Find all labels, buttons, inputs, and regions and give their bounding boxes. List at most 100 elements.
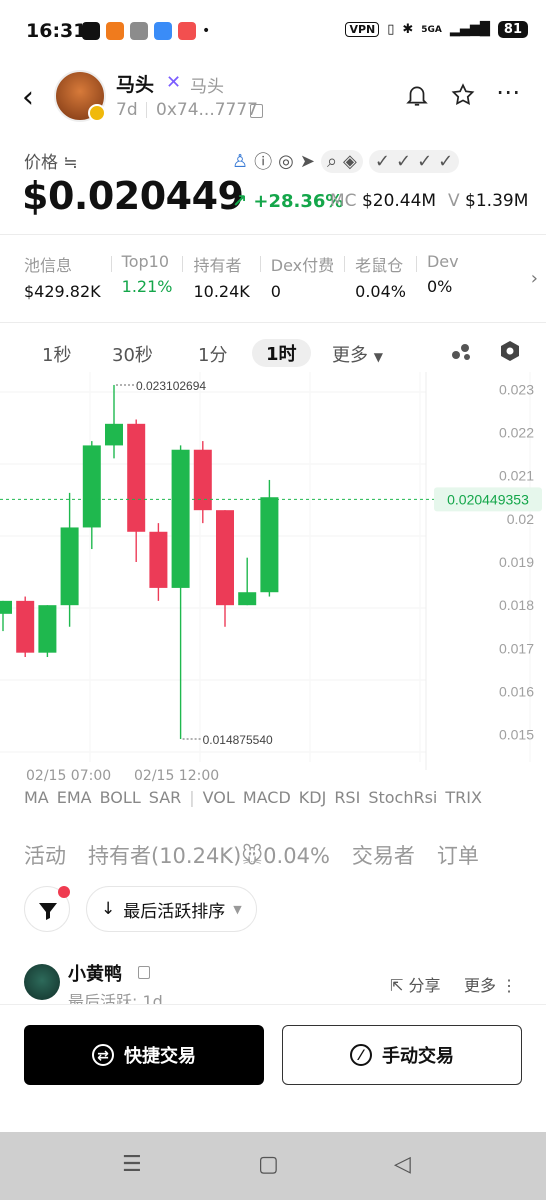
stat-pool[interactable]: 池信息 $429.82K — [24, 252, 101, 301]
stat-value: 0% — [426, 277, 453, 296]
candle-body — [127, 423, 146, 532]
warning-icon[interactable]: ⓘ — [254, 148, 272, 174]
bell-icon[interactable] — [404, 82, 430, 114]
indicator-ma[interactable]: MA — [24, 788, 49, 807]
drawing-tool-icon[interactable] — [450, 340, 472, 366]
trade-action-bar: ⇄ 快捷交易 ⁄ 手动交易 — [0, 1004, 546, 1130]
copy-icon[interactable] — [250, 104, 263, 118]
clock: 16:31 — [26, 20, 87, 42]
user-icon[interactable]: ♙ — [232, 151, 248, 172]
token-name: 马头 — [116, 74, 155, 96]
more-icon[interactable]: ⋯ — [496, 78, 520, 106]
globe-icon[interactable]: ◎ — [278, 151, 294, 172]
contract-address[interactable]: 0x74...7777 — [156, 100, 258, 120]
stat-label: Dex付费 — [270, 256, 335, 275]
home-icon[interactable]: ▢ — [258, 1152, 279, 1177]
y-tick-label: 0.018 — [499, 597, 534, 613]
divider — [146, 102, 147, 118]
sort-dropdown[interactable]: ↓ 最后活跃排序 ▼ — [86, 886, 257, 932]
back-button[interactable]: ‹ — [22, 80, 34, 115]
status-right: VPN ▯ ✱ 5GA ▂▄▆█ 81 — [345, 21, 528, 38]
x-tick-label: 02/15 07:00 — [26, 768, 112, 784]
tab-holders[interactable]: 持有者(10.24K)🐭0.04% — [88, 840, 330, 870]
settings-hexagon-icon[interactable] — [498, 339, 522, 367]
stat-value: 0.04% — [355, 282, 406, 301]
indicator-kdj[interactable]: KDJ — [299, 788, 327, 807]
holder-avatar[interactable] — [24, 964, 60, 1000]
candle-body — [105, 423, 123, 446]
divider — [0, 234, 546, 235]
tab-activity[interactable]: 活动 — [24, 840, 66, 870]
tab-holders-label: 持有者(10.24K) — [88, 844, 242, 868]
price-label[interactable]: 价格 ≒ — [24, 148, 78, 173]
share-button[interactable]: ⇱ 分享 — [390, 972, 441, 996]
volume: V $1.39M — [448, 191, 528, 211]
tab-1s[interactable]: 1秒 — [42, 341, 71, 367]
x-tick-label: 02/15 12:00 — [134, 768, 220, 784]
vibrate-icon: ▯ — [387, 22, 395, 37]
stat-value: 1.21% — [121, 277, 173, 296]
low-price-label: 0.014875540 — [203, 733, 273, 747]
share-label: 分享 — [408, 976, 441, 995]
network-label: 5GA — [421, 24, 442, 35]
indicator-sar[interactable]: SAR — [149, 788, 182, 807]
stat-insider[interactable]: 老鼠仓 0.04% — [355, 252, 406, 301]
candle-body — [238, 592, 257, 606]
indicator-vol[interactable]: VOL — [203, 788, 235, 807]
chevron-right-icon[interactable]: › — [531, 268, 538, 289]
manual-trade-button[interactable]: ⁄ 手动交易 — [282, 1025, 522, 1085]
token-age: 7d — [116, 100, 138, 120]
tab-1m[interactable]: 1分 — [198, 341, 227, 367]
tab-orders[interactable]: 订单 — [437, 840, 479, 870]
tab-1h[interactable]: 1时 — [252, 339, 311, 367]
search-badges[interactable]: ⌕ ◈ — [320, 149, 363, 173]
tab-more-label: 更多 — [332, 345, 368, 366]
stat-top10[interactable]: Top10 1.21% — [122, 252, 173, 301]
indicator-row: MA EMA BOLL SAR | VOL MACD KDJ RSI Stoch… — [24, 788, 482, 807]
divider — [259, 256, 261, 272]
indicator-macd[interactable]: MACD — [243, 788, 291, 807]
indicator-rsi[interactable]: RSI — [334, 788, 360, 807]
tab-30s[interactable]: 30秒 — [112, 341, 153, 367]
indicator-trix[interactable]: TRIX — [445, 788, 482, 807]
menu-icon[interactable]: ☰ — [122, 1152, 142, 1177]
holder-more-button[interactable]: 更多 ⋮ — [464, 972, 517, 996]
stat-dex-paid[interactable]: Dex付费 0 — [271, 252, 334, 301]
stat-holders[interactable]: 持有者 10.24K — [193, 252, 249, 301]
check-badges[interactable]: ✓ ✓ ✓ ✓ — [368, 149, 460, 173]
stats-row: 池信息 $429.82K Top10 1.21% 持有者 10.24K Dex付费 0 … — [24, 252, 459, 301]
holder-name[interactable]: 小黄鸭 — [68, 960, 122, 986]
indicator-ema[interactable]: EMA — [57, 788, 92, 807]
stat-dev[interactable]: Dev 0% — [427, 252, 459, 301]
more-dot-icon: • — [202, 23, 211, 39]
bluetooth-icon: ✱ — [402, 22, 414, 37]
indicator-stochrsi[interactable]: StochRsi — [368, 788, 437, 807]
stat-label: Top10 — [121, 252, 170, 271]
app-icon — [154, 22, 172, 40]
telegram-icon[interactable]: ➤ — [300, 151, 315, 172]
stat-value: 0 — [270, 282, 281, 301]
tab-traders[interactable]: 交易者 — [352, 840, 415, 870]
tab-more[interactable]: 更多 ▼ — [332, 341, 383, 367]
quick-trade-button[interactable]: ⇄ 快捷交易 — [24, 1025, 264, 1085]
current-price: $0.020449 — [22, 174, 244, 218]
price-change: ↗ +28.36% — [232, 191, 344, 212]
candle-body — [216, 510, 234, 606]
price-chart[interactable]: 0.023 0.022 0.021 0.02 0.019 0.018 0.017 0.016 0… — [0, 372, 546, 772]
kebab-icon: ⋮ — [501, 976, 518, 995]
filter-active-dot — [58, 886, 70, 898]
star-icon[interactable] — [450, 82, 476, 114]
status-bar: 16:31 • VPN ▯ ✱ 5GA ▂▄▆█ 81 — [0, 0, 546, 64]
mc-label: MC — [330, 191, 357, 211]
back-nav-icon[interactable]: ◁ — [394, 1152, 411, 1177]
sort-label: 最后活跃排序 — [123, 901, 226, 922]
stat-value: $429.82K — [24, 282, 101, 301]
candle-body — [260, 497, 279, 593]
copy-icon[interactable] — [138, 966, 150, 979]
candle-body — [171, 449, 190, 588]
manual-trade-icon: ⁄ — [350, 1044, 372, 1066]
system-nav-bar: ☰ ▢ ◁ — [0, 1132, 546, 1200]
indicator-boll[interactable]: BOLL — [100, 788, 141, 807]
divider: | — [189, 788, 195, 807]
vpn-badge: VPN — [345, 22, 380, 37]
